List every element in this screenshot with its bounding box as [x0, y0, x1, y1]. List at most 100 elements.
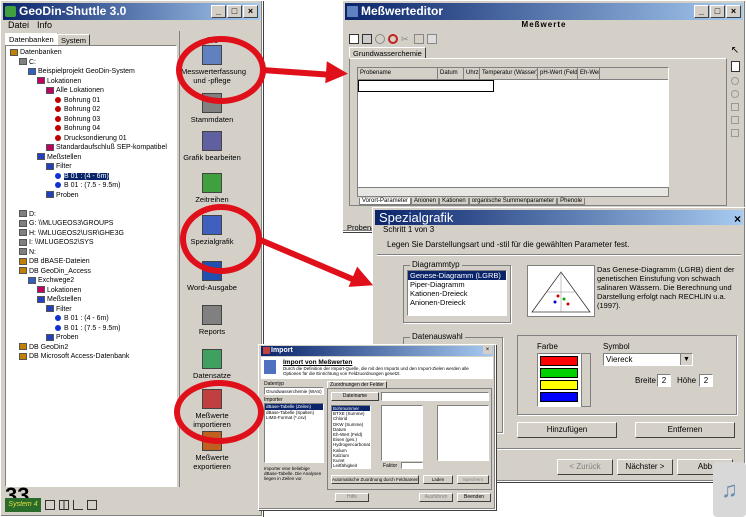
- tree-node[interactable]: DB dBASE-Dateien: [19, 257, 90, 267]
- bottom-tab[interactable]: organische Summenparameter: [468, 198, 558, 205]
- column-header[interactable]: pH-Wert (Feld): [538, 68, 578, 79]
- messwert-maximize-button[interactable]: □: [710, 5, 725, 18]
- paste-icon[interactable]: [427, 34, 437, 44]
- tree-node[interactable]: Bohrung 03: [55, 115, 100, 125]
- load-button[interactable]: Laden: [423, 475, 453, 484]
- tree-node[interactable]: DB GeoDin_Access: [19, 267, 91, 277]
- maximize-button[interactable]: □: [227, 5, 242, 18]
- bottom-tab[interactable]: Anionen: [411, 198, 440, 205]
- tree-node[interactable]: Proben: [46, 191, 79, 201]
- diagram-type-item[interactable]: Kationen-Dreieck: [408, 289, 506, 298]
- messwert-close-button[interactable]: ×: [726, 5, 741, 18]
- tree-node[interactable]: B 01 : (7.5 - 9.5m): [55, 324, 120, 334]
- diagram-type-item[interactable]: Genese-Diagramm (LGRB): [408, 271, 506, 280]
- tree-node[interactable]: Beispielprojekt GeoDin-System: [28, 67, 135, 77]
- chart-icon[interactable]: [73, 500, 83, 510]
- import-close-button[interactable]: ×: [483, 346, 492, 354]
- tree-node[interactable]: Drucksondierung 01: [55, 134, 127, 144]
- add-button[interactable]: Hinzufügen: [517, 422, 617, 438]
- tree-node[interactable]: Proben: [46, 333, 79, 343]
- tree-node[interactable]: C:: [19, 58, 36, 68]
- tree-node[interactable]: Filter: [46, 162, 72, 172]
- importer-list[interactable]: dBase-Tabelle (Zeilen) dBase-Tabelle (Spa…: [264, 403, 324, 463]
- horizontal-scrollbar[interactable]: [357, 187, 669, 197]
- tree-node[interactable]: Lokationen: [37, 77, 81, 87]
- dateiname-input[interactable]: [381, 392, 489, 401]
- help-button[interactable]: Hilfe: [335, 493, 369, 502]
- dateiname-button[interactable]: Dateiname: [331, 392, 379, 401]
- color-swatch[interactable]: [540, 356, 578, 366]
- width-input[interactable]: 2: [657, 374, 671, 387]
- import-titlebar[interactable]: Import: [261, 346, 493, 356]
- tool-icon[interactable]: [731, 90, 739, 98]
- color-swatch[interactable]: [540, 392, 578, 402]
- symbol-select[interactable]: Viereck ▼: [603, 353, 693, 366]
- remove-button[interactable]: Entfernen: [635, 422, 735, 438]
- grid-icon[interactable]: [59, 500, 69, 510]
- mapping-list-right[interactable]: [437, 405, 489, 461]
- save-button[interactable]: Speichern: [457, 475, 489, 484]
- color-scroll[interactable]: [581, 353, 591, 407]
- tree-node[interactable]: Filter: [46, 305, 72, 315]
- tool-icon[interactable]: [731, 77, 739, 85]
- refresh-icon[interactable]: [388, 34, 398, 44]
- bottom-tab[interactable]: Vorort-Parameter: [359, 198, 412, 205]
- tree-node[interactable]: B 01 : (4 - 6m): [55, 314, 109, 324]
- color-swatch[interactable]: [540, 368, 578, 378]
- field-item[interactable]: Leitfähigkeit: [332, 463, 370, 468]
- tree-node[interactable]: B 01 : (7.5 - 9.5m): [55, 181, 120, 191]
- next-button[interactable]: Nächster >: [617, 459, 673, 475]
- tree-node[interactable]: Alle Lokationen: [46, 86, 104, 96]
- menu-datei[interactable]: Datei: [8, 20, 29, 33]
- tool-icon[interactable]: [731, 116, 739, 124]
- tab-zuordnungen[interactable]: Zuordnungen der Felder: [327, 381, 387, 388]
- tree-node[interactable]: H: \\MLUGEOS2\USR\GHE3G: [19, 229, 124, 239]
- sidebar-item[interactable]: Reports: [181, 305, 243, 336]
- height-input[interactable]: 2: [699, 374, 713, 387]
- close-button[interactable]: ×: [243, 5, 258, 18]
- tab-datenbanken[interactable]: Datenbanken: [5, 33, 58, 45]
- cancel-icon[interactable]: [375, 34, 385, 44]
- bottom-tab[interactable]: Phenole: [557, 198, 586, 205]
- music-note-icon[interactable]: ♫: [713, 462, 746, 517]
- tree-node[interactable]: Exchwege2: [28, 276, 74, 286]
- field-list[interactable]: Bohrnummer BTXE (Summe) Chlorid DKW (Summe)…: [331, 405, 371, 469]
- execute-button[interactable]: Ausführen: [419, 493, 453, 502]
- tree-node[interactable]: G: \\MLUGEOS3\GROUPS: [19, 219, 113, 229]
- spezial-close-button[interactable]: ×: [734, 212, 741, 226]
- tree-node[interactable]: Bohrung 01: [55, 96, 100, 106]
- menu-info[interactable]: Info: [37, 20, 52, 33]
- diagram-type-item[interactable]: Anionen-Dreieck: [408, 298, 506, 307]
- auto-mapping-button[interactable]: Automatische Zuordnung durch Feldnamen: [331, 475, 419, 484]
- document-icon[interactable]: [730, 61, 740, 72]
- tree-node[interactable]: DB GeoDin2: [19, 343, 68, 353]
- tree-node[interactable]: Bohrung 02: [55, 105, 100, 115]
- tree-node[interactable]: Meßstellen: [37, 295, 81, 305]
- tree-node[interactable]: I: \\MLUGEOS2\SYS: [19, 238, 94, 248]
- bottom-tab[interactable]: Kationen: [439, 198, 469, 205]
- cut-icon[interactable]: ✂: [401, 34, 411, 44]
- color-list[interactable]: [537, 353, 581, 407]
- field-item[interactable]: Hydrogencarbonat: [332, 442, 370, 447]
- importer-item[interactable]: LIMS-Format (*.csv): [265, 415, 323, 421]
- color-swatch[interactable]: [540, 380, 578, 390]
- tree-node[interactable]: Lokationen: [37, 286, 81, 296]
- minimize-button[interactable]: _: [211, 5, 226, 18]
- save-icon[interactable]: [362, 34, 372, 44]
- column-header[interactable]: Uhrzeit: [464, 68, 480, 79]
- tree-node[interactable]: DB Microsoft Access-Datenbank: [19, 352, 129, 362]
- tree-node[interactable]: Meßstellen: [37, 153, 81, 163]
- window-icon[interactable]: [45, 500, 55, 510]
- tool-icon[interactable]: [731, 103, 739, 111]
- column-header[interactable]: Eh-Wert: [578, 68, 600, 79]
- sidebar-item[interactable]: Zeitreihen: [181, 173, 243, 204]
- tree-node[interactable]: B 01 : (4 - 6m): [55, 172, 109, 182]
- column-header[interactable]: Probename: [358, 68, 438, 79]
- table-row[interactable]: [358, 80, 494, 92]
- grid-icon[interactable]: [349, 34, 359, 44]
- database-tree[interactable]: Datenbanken C: Beispielprojekt GeoDin-Syst…: [5, 45, 177, 487]
- tree-node[interactable]: Bohrung 04: [55, 124, 100, 134]
- mapping-list[interactable]: [381, 405, 423, 461]
- messwert-table[interactable]: ProbenameDatumUhrzeitTemperatur (Wasser)…: [357, 67, 669, 197]
- diagram-type-item[interactable]: Piper-Diagramm: [408, 280, 506, 289]
